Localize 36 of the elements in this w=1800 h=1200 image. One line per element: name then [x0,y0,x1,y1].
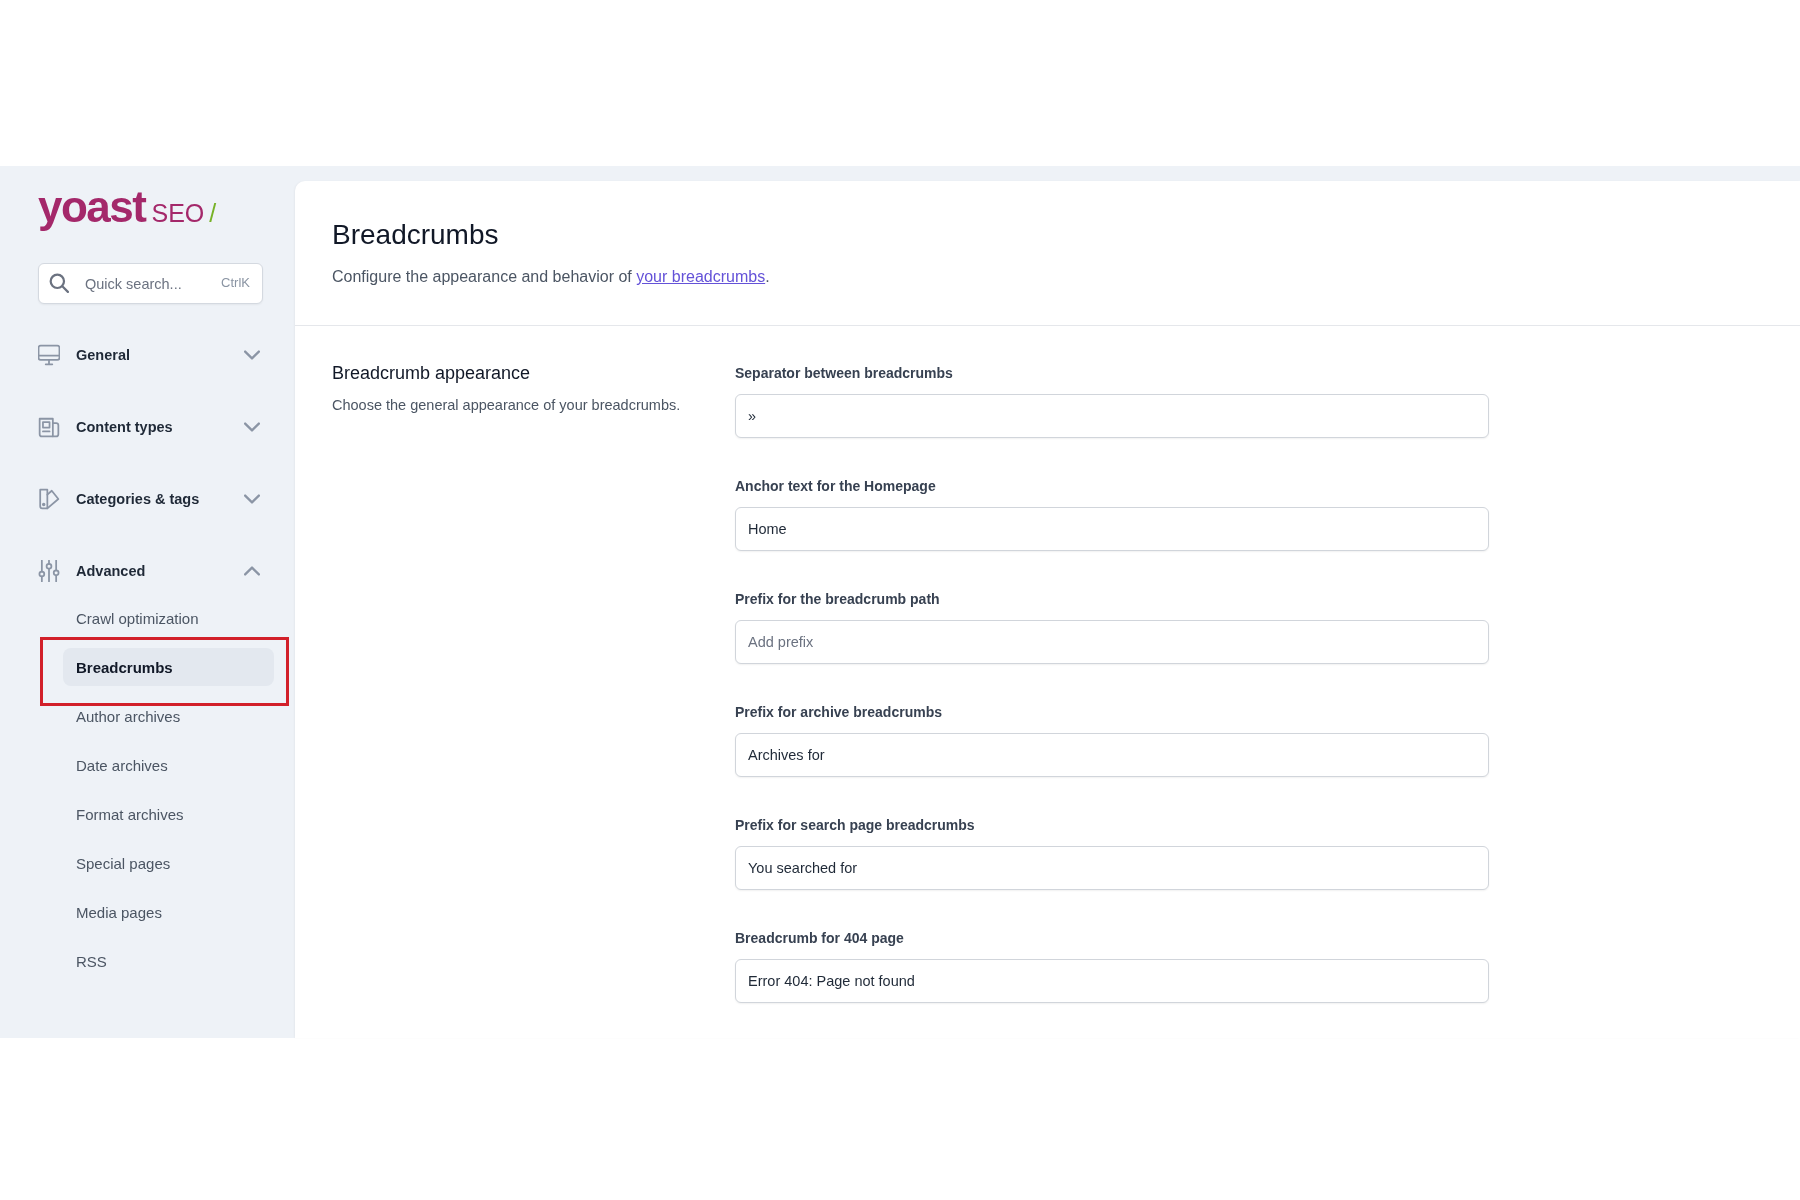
field-label: Breadcrumb for 404 page [735,929,904,947]
sidebar-item[interactable]: Categories & tags [38,479,263,519]
text-field[interactable]: You searched for [735,846,1489,890]
field-label: Prefix for search page breadcrumbs [735,816,975,834]
sidebar-item[interactable]: Advanced [38,551,263,591]
sidebar-subitem[interactable]: Breadcrumbs [63,648,274,686]
text-field[interactable]: Add prefix [735,620,1489,664]
breadcrumbs-link[interactable]: your breadcrumbs [636,268,766,285]
text-field[interactable]: Error 404: Page not found [735,959,1489,1003]
sidebar-item[interactable]: Content types [38,407,263,447]
sidebar-subitem[interactable]: RSS [63,942,274,980]
sidebar-subitem[interactable]: Date archives [63,746,274,784]
field-label: Prefix for archive breadcrumbs [735,703,942,721]
text-field[interactable]: » [735,394,1489,438]
field-label: Anchor text for the Homepage [735,477,936,495]
section-description: Choose the general appearance of your breadcrumbs. [332,396,682,415]
search-icon [49,273,69,293]
shapes-icon [38,488,60,510]
field-label: Prefix for the breadcrumb path [735,590,940,608]
text-field[interactable]: Home [735,507,1489,551]
sidebar-subitem[interactable]: Media pages [63,893,274,931]
monitor-icon [38,344,60,366]
field-label: Separator between breadcrumbs [735,364,953,382]
logo: yoast SEO / [38,183,217,231]
sidebar-subitem[interactable]: Crawl optimization [63,599,274,637]
text-field[interactable]: Archives for [735,733,1489,777]
sidebar-item[interactable]: General [38,335,263,375]
page-title: Breadcrumbs [332,218,500,252]
section-title: Breadcrumb appearance [332,362,532,385]
sidebar-subitem[interactable]: Special pages [63,844,274,882]
sidebar-subitem[interactable]: Format archives [63,795,274,833]
shortcut-hint: CtrlK [221,275,250,291]
sidebar-subitem[interactable]: Author archives [63,697,274,735]
sliders-icon [38,560,60,582]
page-description: Configure the appearance and behavior of your breadcrumbs. [332,267,771,287]
newspaper-icon [38,416,60,438]
